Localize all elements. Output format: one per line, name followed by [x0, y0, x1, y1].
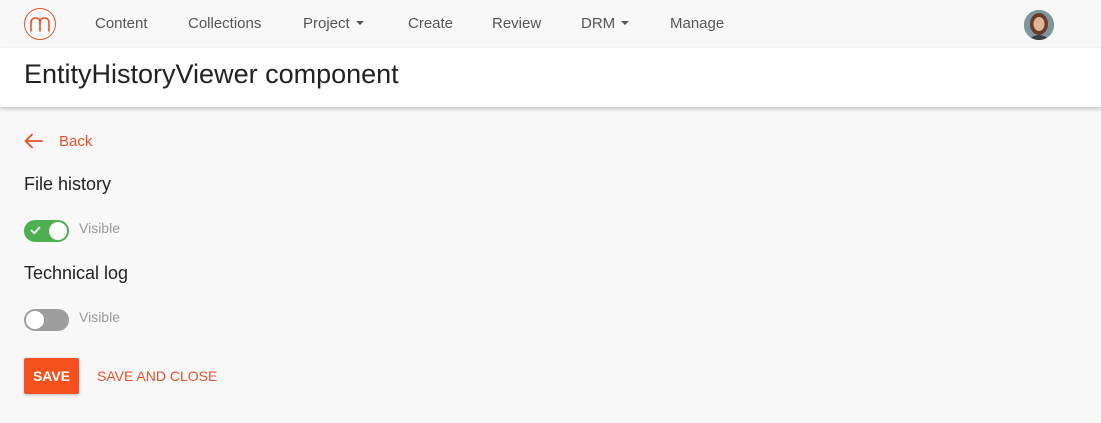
check-icon: [30, 226, 41, 235]
save-and-close-button[interactable]: SAVE AND CLOSE: [88, 358, 226, 394]
nav-item-project[interactable]: Project: [303, 0, 364, 48]
back-link[interactable]: Back: [24, 128, 92, 154]
file-history-toggle-row: Visible: [24, 219, 120, 243]
nav-item-review[interactable]: Review: [492, 0, 541, 48]
file-history-heading: File history: [24, 174, 112, 194]
file-history-visible-label: Visible: [79, 220, 120, 236]
nav-item-manage[interactable]: Manage: [670, 0, 724, 48]
technical-log-heading: Technical log: [24, 263, 129, 283]
toggle-knob: [26, 311, 44, 329]
user-avatar[interactable]: [1024, 10, 1054, 40]
nav-item-label: Create: [408, 15, 454, 32]
nav-item-label: Collections: [188, 15, 262, 32]
toggle-knob: [49, 222, 67, 240]
caret-down-icon: [621, 21, 630, 26]
m-logo-icon[interactable]: [24, 8, 56, 40]
nav-item-label: DRM: [581, 15, 616, 32]
nav-item-label: Review: [492, 15, 542, 32]
caret-down-icon: [355, 21, 364, 26]
technical-log-visible-toggle[interactable]: [24, 309, 69, 331]
page-title: EntityHistoryViewer component: [24, 59, 399, 89]
technical-log-visible-label: Visible: [79, 309, 120, 325]
nav-item-label: Project: [303, 15, 350, 32]
arrow-left-icon: [24, 133, 43, 149]
nav-item-content[interactable]: Content: [95, 0, 148, 48]
nav-item-drm[interactable]: DRM: [581, 0, 630, 48]
technical-log-toggle-row: Visible: [24, 308, 120, 332]
page-header: EntityHistoryViewer component: [0, 48, 1101, 107]
file-history-visible-toggle[interactable]: [24, 220, 69, 242]
nav-item-label: Content: [95, 15, 148, 32]
save-button[interactable]: SAVE: [24, 358, 79, 394]
nav-item-create[interactable]: Create: [408, 0, 453, 48]
nav-item-collections[interactable]: Collections: [188, 0, 261, 48]
top-navbar: Content Collections Project Create Revie…: [0, 0, 1101, 48]
nav-item-label: Manage: [670, 15, 725, 32]
back-label: Back: [59, 132, 93, 150]
